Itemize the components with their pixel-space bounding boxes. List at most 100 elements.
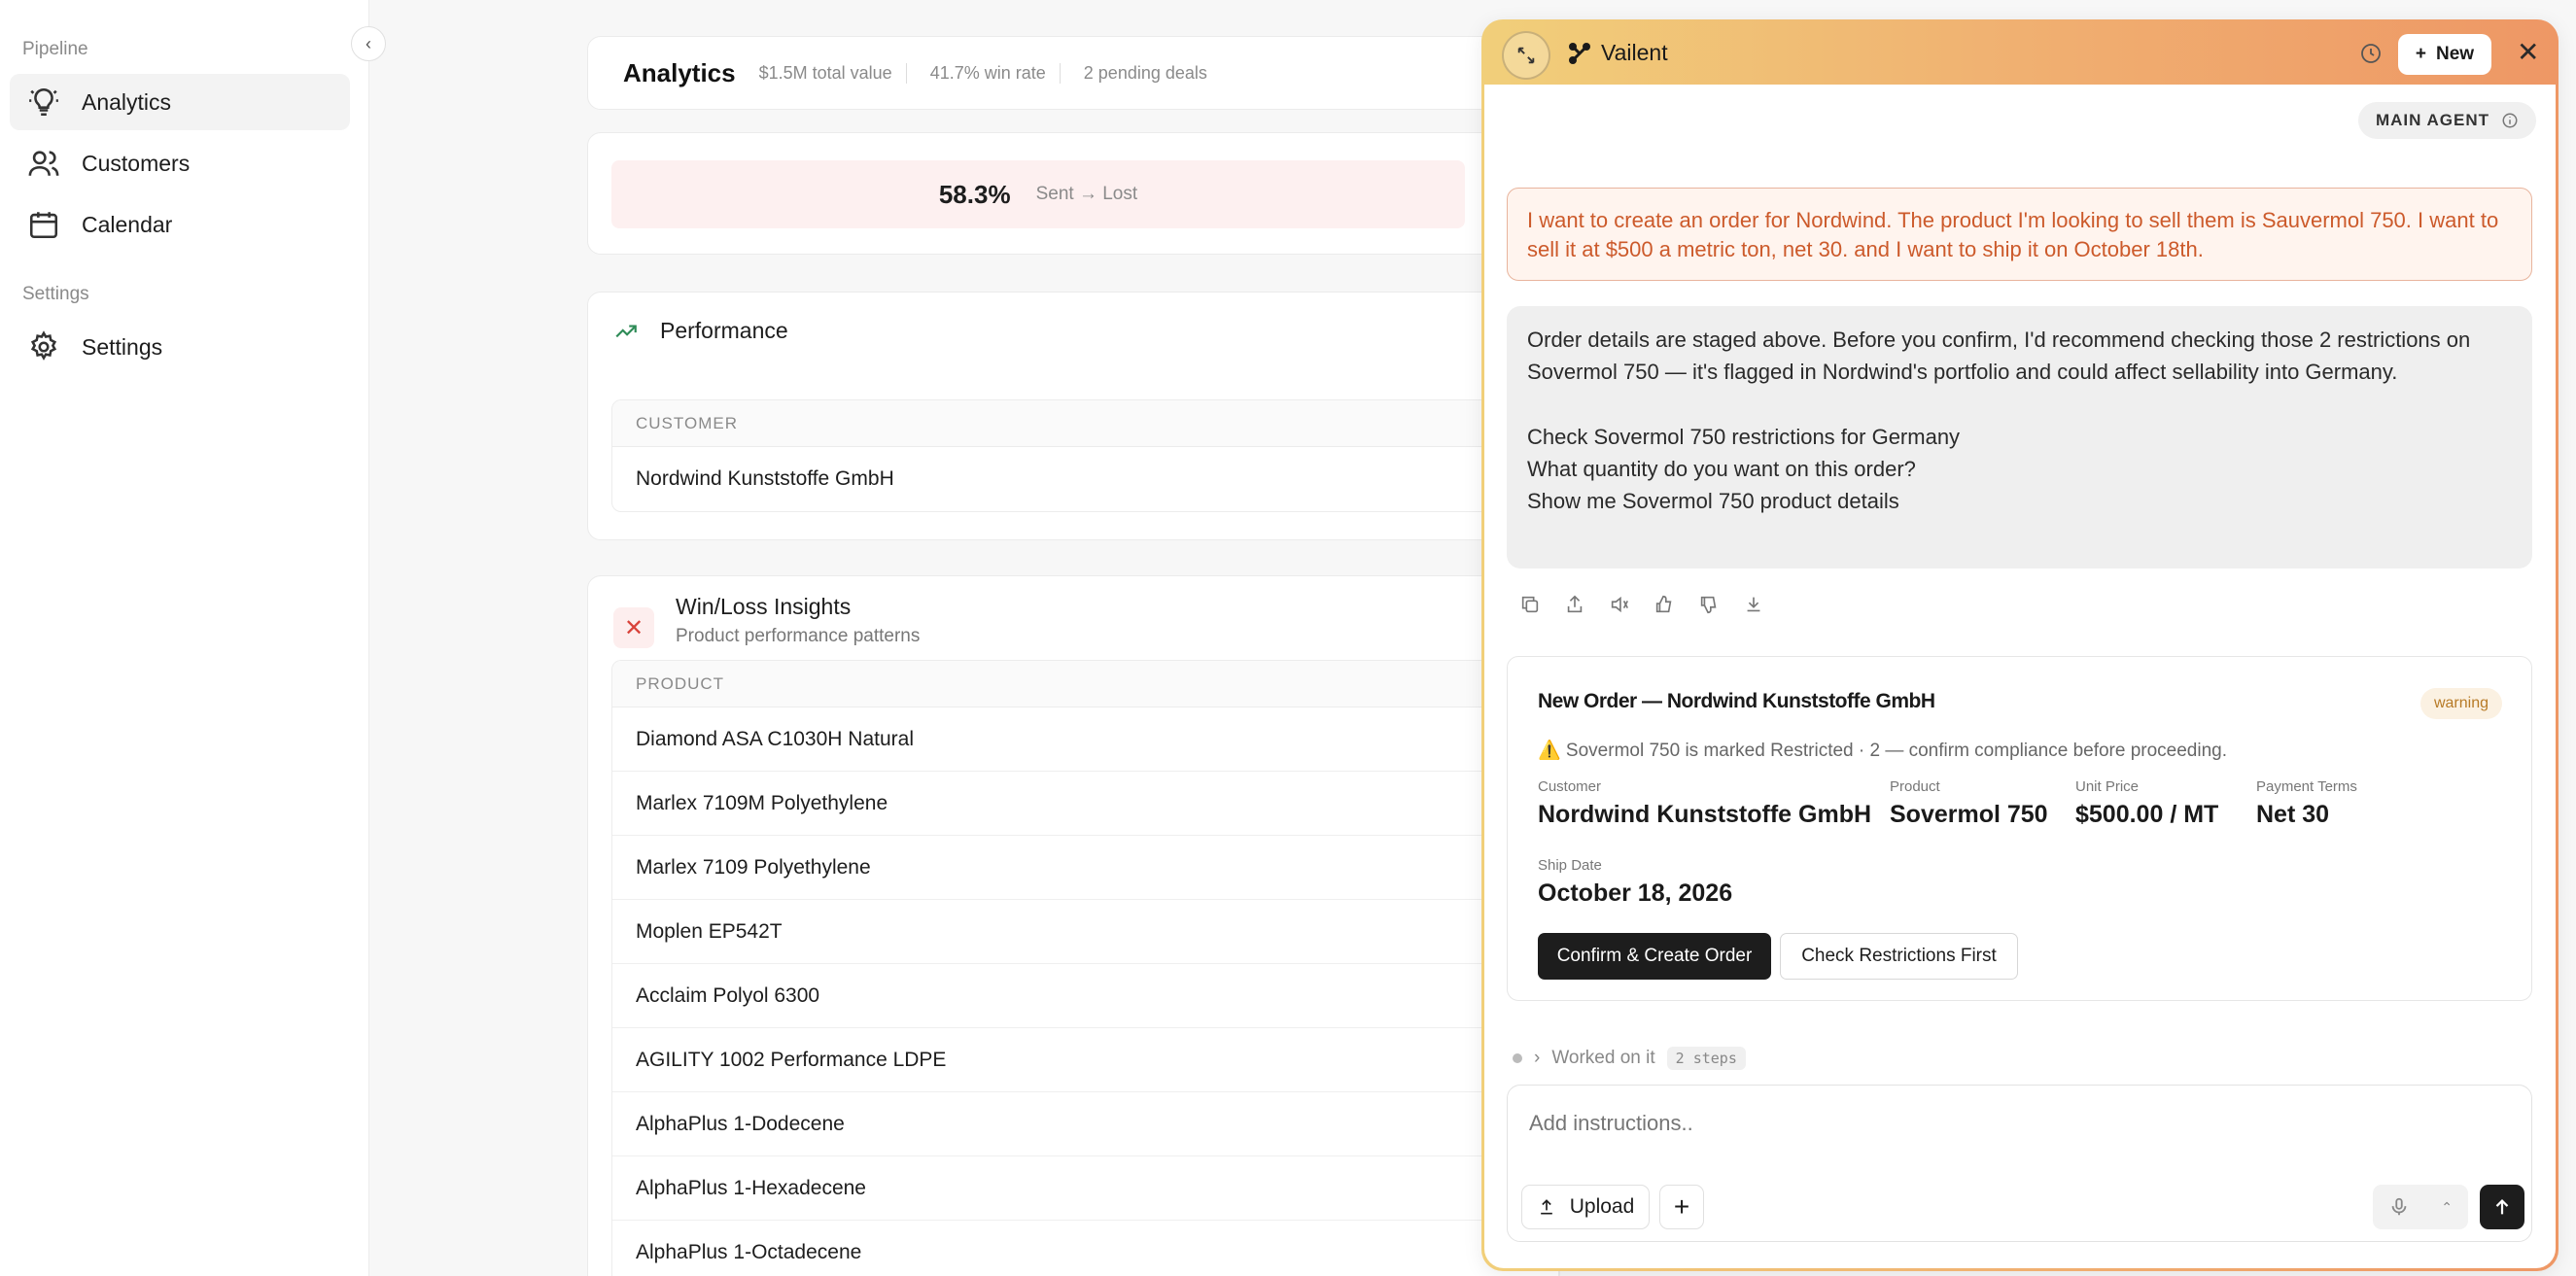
user-message: I want to create an order for Nordwind. … bbox=[1507, 188, 2532, 281]
field-value: October 18, 2026 bbox=[1538, 879, 1733, 907]
conversion-rate-label: Sent → Lost bbox=[1035, 184, 1138, 204]
sidebar-item-analytics[interactable]: Analytics bbox=[10, 74, 350, 130]
users-icon bbox=[28, 151, 59, 176]
sidebar-item-label: Analytics bbox=[82, 88, 172, 115]
table-row[interactable]: Nordwind Kunststoffe GmbH bbox=[612, 447, 1559, 511]
close-icon: ✕ bbox=[2517, 37, 2540, 67]
composer: Upload + ⌃ bbox=[1507, 1085, 2532, 1242]
restriction-warning: ⚠️ Sovermol 750 is marked Restricted · 2… bbox=[1538, 741, 2228, 761]
close-x-icon: ✕ bbox=[613, 607, 654, 648]
field-unit-price: Unit Price $500.00 / MT bbox=[2075, 778, 2218, 829]
lightbulb-icon bbox=[29, 87, 58, 117]
table-row[interactable]: AlphaPlus 1-Dodecene bbox=[612, 1092, 1559, 1156]
upload-icon bbox=[1540, 1199, 1552, 1215]
add-attachment-button[interactable]: + bbox=[1659, 1185, 1704, 1229]
winloss-card: ✕ Win/Loss Insights Product performance … bbox=[587, 575, 1560, 1276]
confirm-create-order-button[interactable]: Confirm & Create Order bbox=[1538, 933, 1771, 980]
worked-on-it-toggle[interactable]: › Worked on it 2 steps bbox=[1513, 1047, 1746, 1070]
order-title: New Order — Nordwind Kunststoffe GmbH bbox=[1538, 690, 1935, 712]
table-row[interactable]: Acclaim Polyol 6300 bbox=[612, 964, 1559, 1028]
close-panel-button[interactable]: ✕ bbox=[2517, 36, 2539, 68]
field-value: Nordwind Kunststoffe GmbH bbox=[1538, 801, 1872, 828]
sidebar-section-settings: Settings bbox=[22, 284, 89, 304]
instructions-input[interactable] bbox=[1529, 1111, 2404, 1136]
sidebar-section-pipeline: Pipeline bbox=[22, 39, 88, 59]
expand-arrows-icon bbox=[1517, 47, 1535, 64]
table-row[interactable]: Diamond ASA C1030H Natural bbox=[612, 707, 1559, 772]
field-label: Product bbox=[1890, 778, 1940, 795]
trending-up-icon bbox=[615, 325, 637, 337]
field-value: Net 30 bbox=[2256, 801, 2330, 828]
send-button[interactable] bbox=[2480, 1185, 2524, 1229]
stat-total-value: $1.5M total value bbox=[759, 62, 907, 84]
winloss-table: PRODUCT Diamond ASA C1030H Natural Marle… bbox=[611, 660, 1560, 1276]
new-chat-button[interactable]: + New bbox=[2398, 34, 2491, 75]
field-ship-date: Ship Date October 18, 2026 bbox=[1538, 857, 1732, 908]
field-product: Product Sovermol 750 bbox=[1890, 778, 2048, 829]
speaker-icon[interactable] bbox=[1609, 594, 1630, 615]
sidebar-item-settings[interactable]: Settings bbox=[10, 319, 350, 375]
plus-icon: + bbox=[1673, 1191, 1690, 1222]
copy-icon[interactable] bbox=[1519, 594, 1541, 615]
table-row[interactable]: AGILITY 1002 Performance LDPE bbox=[612, 1028, 1559, 1092]
sidebar: Pipeline Analytics Customers Calendar Se… bbox=[0, 0, 369, 1276]
share-icon[interactable] bbox=[1564, 594, 1585, 615]
table-row[interactable]: Marlex 7109M Polyethylene bbox=[612, 772, 1559, 836]
suggestion-item[interactable]: Show me Sovermol 750 product details bbox=[1527, 485, 2512, 517]
stat-win-rate: 41.7% win rate bbox=[930, 62, 1061, 84]
table-row[interactable]: Moplen EP542T bbox=[612, 900, 1559, 964]
analytics-header: Analytics $1.5M total value 41.7% win ra… bbox=[587, 36, 1559, 110]
conversion-card: 58.3% Sent → Lost bbox=[587, 132, 1559, 255]
assistant-intro-text: Order details are staged above. Before y… bbox=[1527, 328, 2471, 384]
field-label: Unit Price bbox=[2075, 778, 2140, 795]
thumbs-down-icon[interactable] bbox=[1698, 594, 1720, 615]
calendar-icon bbox=[29, 212, 58, 239]
field-label: Customer bbox=[1538, 778, 1602, 795]
voice-input-group[interactable]: ⌃ bbox=[2373, 1185, 2468, 1229]
field-value: $500.00 / MT bbox=[2075, 801, 2219, 828]
status-dot bbox=[1513, 1053, 1522, 1063]
table-row[interactable]: AlphaPlus 1-Octadecene bbox=[612, 1221, 1559, 1276]
sidebar-item-label: Settings bbox=[82, 333, 163, 360]
collapse-sidebar-button[interactable]: ‹ bbox=[351, 26, 386, 61]
performance-title: Performance bbox=[660, 318, 788, 343]
field-label: Payment Terms bbox=[2256, 778, 2357, 795]
new-chat-label: New bbox=[2436, 44, 2475, 64]
upload-button[interactable]: Upload bbox=[1521, 1185, 1650, 1229]
conversion-rate-box: 58.3% Sent → Lost bbox=[611, 160, 1465, 228]
field-label: Ship Date bbox=[1538, 857, 1602, 874]
agent-mode-label: MAIN AGENT bbox=[2375, 111, 2489, 129]
conversion-rate-value: 58.3% bbox=[938, 179, 1011, 209]
agent-mode-badge[interactable]: MAIN AGENT bbox=[2357, 102, 2536, 139]
suggestion-item[interactable]: Check Sovermol 750 restrictions for Germ… bbox=[1527, 421, 2512, 453]
table-row[interactable]: Marlex 7109 Polyethylene bbox=[612, 836, 1559, 900]
status-badge: warning bbox=[2419, 688, 2502, 719]
worked-label: Worked on it bbox=[1551, 1048, 1655, 1068]
check-restrictions-button[interactable]: Check Restrictions First bbox=[1780, 933, 2018, 980]
chevron-left-icon: ‹ bbox=[366, 33, 371, 53]
sidebar-item-calendar[interactable]: Calendar bbox=[10, 196, 350, 253]
download-icon[interactable] bbox=[1743, 594, 1764, 615]
sidebar-item-label: Customers bbox=[82, 150, 191, 176]
message-actions bbox=[1519, 594, 1764, 615]
suggestion-item[interactable]: What quantity do you want on this order? bbox=[1527, 453, 2512, 485]
arrow-up-icon bbox=[2495, 1199, 2509, 1215]
column-header-product: PRODUCT bbox=[612, 661, 1559, 707]
agent-header: Vailent + New ✕ bbox=[1484, 22, 2556, 85]
chevron-up-icon[interactable]: ⌃ bbox=[2441, 1199, 2453, 1216]
sidebar-item-customers[interactable]: Customers bbox=[10, 135, 350, 191]
table-row[interactable]: AlphaPlus 1-Hexadecene bbox=[612, 1156, 1559, 1221]
thumbs-up-icon[interactable] bbox=[1654, 594, 1675, 615]
microphone-icon[interactable] bbox=[2388, 1196, 2410, 1218]
agent-body: MAIN AGENT I want to create an order for… bbox=[1484, 85, 2556, 1268]
steps-count: 2 steps bbox=[1666, 1047, 1746, 1070]
winloss-title: Win/Loss Insights bbox=[676, 594, 852, 619]
order-card: New Order — Nordwind Kunststoffe GmbH wa… bbox=[1507, 656, 2532, 1001]
chevron-right-icon: › bbox=[1534, 1048, 1541, 1068]
agent-panel: Vailent + New ✕ MAIN AGENT I want to cre… bbox=[1481, 19, 2559, 1271]
winloss-header: ✕ Win/Loss Insights Product performance … bbox=[613, 594, 920, 648]
expand-button[interactable] bbox=[1502, 31, 1550, 80]
history-clock-icon[interactable] bbox=[2359, 42, 2383, 65]
field-payment-terms: Payment Terms Net 30 bbox=[2256, 778, 2357, 829]
assistant-message: Order details are staged above. Before y… bbox=[1507, 306, 2532, 569]
